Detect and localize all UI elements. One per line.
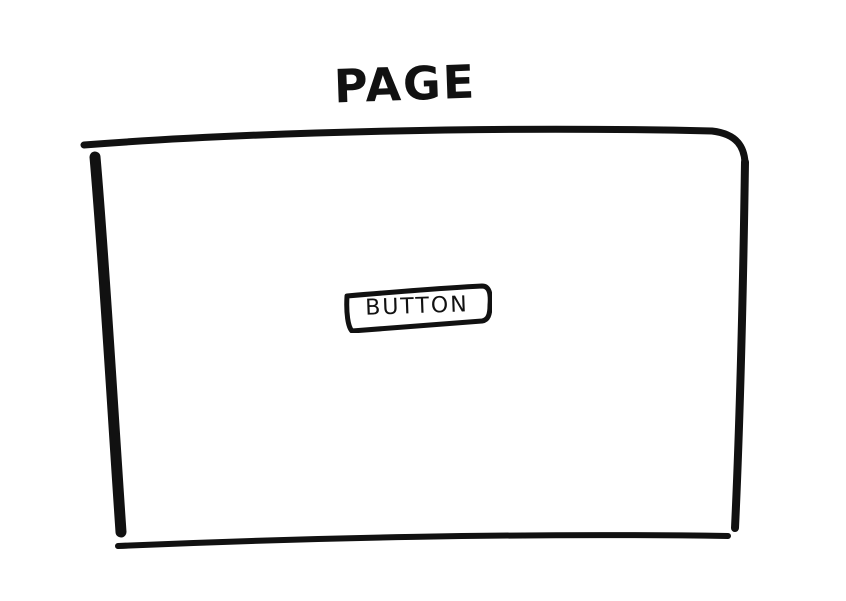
- page-frame-bottom-edge: [115, 532, 731, 549]
- button-label: BUTTON: [364, 292, 470, 321]
- page-frame-left-edge: [89, 151, 127, 538]
- page-frame-right-edge: [731, 158, 749, 532]
- page-frame-top-edge: [80, 125, 749, 166]
- button[interactable]: BUTTON: [342, 283, 492, 333]
